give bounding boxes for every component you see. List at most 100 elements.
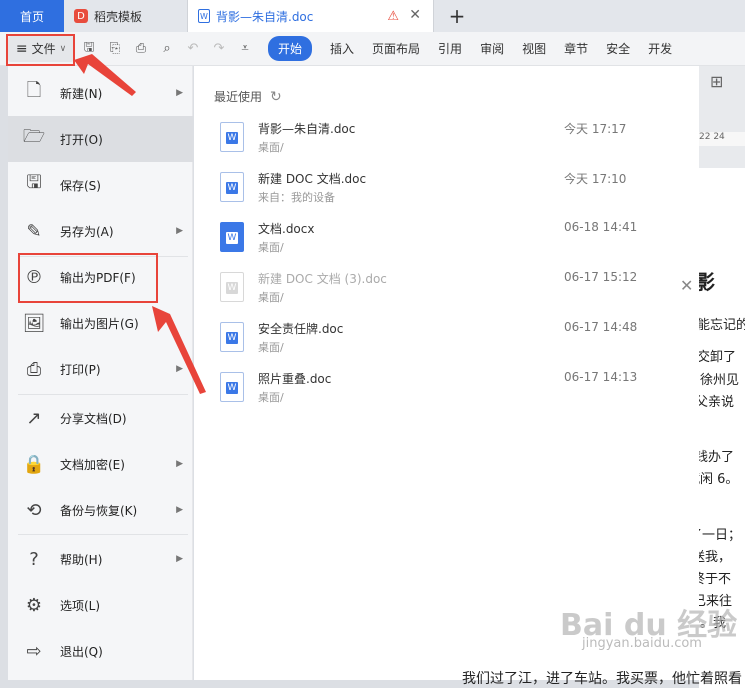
word-file-icon: [220, 222, 244, 252]
recent-file-row[interactable]: 文档.docx 桌面/ 06-18 14:41: [220, 218, 670, 262]
document-icon: W: [198, 9, 210, 23]
ribbon-tab-view[interactable]: 视图: [522, 40, 546, 57]
file-name: 照片重叠.doc: [258, 372, 332, 386]
menu-item-open[interactable]: 🗁 打开(O): [8, 116, 193, 162]
tab-template[interactable]: D 稻壳模板: [64, 0, 188, 32]
file-time: 06-17 14:13: [564, 370, 638, 384]
ribbon-tab-layout[interactable]: 页面布局: [372, 40, 420, 57]
export-image-icon: 🖼: [22, 312, 46, 334]
menu-item-save[interactable]: 🖫 保存(S): [8, 162, 193, 208]
print-icon[interactable]: ⎙: [130, 38, 152, 60]
menu-item-label: 打印(P): [60, 362, 101, 377]
file-path: 桌面/: [258, 141, 284, 154]
menu-item-label: 选项(L): [60, 598, 101, 613]
recent-file-row[interactable]: 背影—朱自清.doc 桌面/ 今天 17:17: [220, 118, 670, 162]
warning-icon: ⚠: [387, 9, 399, 24]
docer-logo-icon: D: [74, 9, 88, 23]
recent-file-row[interactable]: 照片重叠.doc 桌面/ 06-17 14:13: [220, 368, 670, 412]
export-icon[interactable]: ⎘: [104, 38, 126, 60]
recent-file-row[interactable]: 新建 DOC 文档 (3).doc 桌面/ 06-17 15:12: [220, 268, 670, 312]
close-menu-icon[interactable]: ✕: [680, 276, 693, 295]
chevron-right-icon: ▶: [176, 554, 183, 564]
menu-item-new[interactable]: 🗋 新建(N) ▶: [8, 70, 193, 116]
refresh-icon[interactable]: ↻: [270, 89, 282, 105]
menu-item-label: 打开(O): [60, 132, 103, 147]
tab-template-label: 稻壳模板: [94, 9, 143, 24]
tab-bar: 首页 D 稻壳模板 W 背影—朱自清.doc ⚠ ✕ +: [0, 0, 745, 32]
file-time: 今天 17:10: [564, 172, 627, 186]
word-file-icon: [220, 122, 244, 152]
chevron-right-icon: ▶: [176, 364, 183, 374]
file-name: 新建 DOC 文档 (3).doc: [258, 272, 387, 286]
menu-item-print[interactable]: ⎙ 打印(P) ▶: [8, 346, 193, 392]
menu-item-exit[interactable]: ⇨ 退出(Q): [8, 628, 193, 674]
menu-item-backup[interactable]: ⟲ 备份与恢复(K) ▶: [8, 487, 193, 533]
close-tab-icon[interactable]: ✕: [409, 7, 421, 23]
file-name: 背影—朱自清.doc: [258, 122, 356, 136]
file-path: 桌面/: [258, 341, 284, 354]
quick-toolbar: ≡ 文件 ∨ 🖫 ⎘ ⎙ ⌕ ↶ ↷ ⩡ 开始 插入 页面布局 引用 审阅 视图…: [0, 32, 745, 66]
backup-icon: ⟲: [26, 499, 42, 521]
save-icon[interactable]: 🖫: [78, 38, 100, 60]
file-path: 来自：我的设备: [258, 191, 335, 204]
ribbon-tab-security[interactable]: 安全: [606, 40, 630, 57]
menu-item-label: 分享文档(D): [60, 411, 127, 426]
ribbon-tab-developer[interactable]: 开发: [648, 40, 672, 57]
print-preview-icon[interactable]: ⌕: [156, 38, 178, 60]
ribbon-tab-references[interactable]: 引用: [438, 40, 462, 57]
file-name: 安全责任牌.doc: [258, 322, 344, 336]
menu-item-export-pdf[interactable]: ℗ 输出为PDF(F): [8, 254, 193, 300]
menu-item-label: 退出(Q): [60, 644, 103, 659]
customize-dropdown-icon[interactable]: ⩡: [234, 38, 256, 60]
file-menu-button[interactable]: ≡ 文件 ∨: [8, 35, 74, 62]
ribbon-tab-insert[interactable]: 插入: [330, 40, 354, 57]
exit-icon: ⇨: [26, 640, 42, 662]
redo-icon[interactable]: ↷: [208, 38, 230, 60]
chevron-down-icon: ∨: [59, 43, 67, 54]
new-file-icon: 🗋: [26, 80, 42, 101]
new-tab-button[interactable]: +: [442, 0, 472, 32]
word-file-icon: [220, 272, 244, 302]
recent-title-label: 最近使用: [214, 90, 263, 104]
folder-open-icon: 🗁: [22, 126, 46, 147]
menu-item-options[interactable]: ⚙ 选项(L): [8, 582, 193, 628]
menu-item-encrypt[interactable]: 🔒 文档加密(E) ▶: [8, 441, 193, 487]
menu-item-label: 另存为(A): [60, 224, 114, 239]
help-icon: ?: [29, 548, 39, 570]
file-path: 桌面/: [258, 291, 284, 304]
menu-item-label: 新建(N): [60, 86, 103, 101]
menu-item-label: 保存(S): [60, 178, 101, 193]
file-name: 新建 DOC 文档.doc: [258, 172, 367, 186]
file-path: 桌面/: [258, 391, 284, 404]
file-path: 桌面/: [258, 241, 284, 254]
print-icon: ⎙: [26, 358, 42, 380]
ruler: 22 24: [699, 132, 745, 146]
menu-item-share[interactable]: ↗ 分享文档(D): [8, 395, 193, 441]
recent-file-row[interactable]: 安全责任牌.doc 桌面/ 06-17 14:48: [220, 318, 670, 362]
word-file-icon: [220, 372, 244, 402]
doc-text-line: 父亲说: [695, 395, 735, 410]
menu-item-help[interactable]: ? 帮助(H) ▶: [8, 536, 193, 582]
menu-item-label: 帮助(H): [60, 552, 103, 567]
word-file-icon: [220, 172, 244, 202]
ribbon-tab-chapter[interactable]: 章节: [564, 40, 588, 57]
menu-item-export-image[interactable]: 🖼 输出为图片(G): [8, 300, 193, 346]
ribbon-tab-home[interactable]: 开始: [268, 36, 313, 61]
layout-icon[interactable]: ⊞: [710, 72, 723, 91]
ribbon-tab-review[interactable]: 审阅: [480, 40, 504, 57]
recent-file-row[interactable]: 新建 DOC 文档.doc 来自：我的设备 今天 17:10: [220, 168, 670, 212]
tab-home[interactable]: 首页: [0, 0, 64, 32]
save-icon: 🖫: [26, 172, 42, 193]
file-time: 今天 17:17: [564, 122, 627, 136]
watermark-sub: jingyan.baidu.com: [582, 636, 702, 651]
chevron-right-icon: ▶: [176, 459, 183, 469]
file-menu: 🗋 新建(N) ▶ 🗁 打开(O) 🖫 保存(S) ✎ 另存为(A) ▶ ℗ 输…: [8, 66, 193, 680]
doc-text-line: 钱办了: [695, 450, 735, 465]
doc-text-line: 能忘记的: [697, 318, 745, 333]
menu-divider: [18, 534, 188, 535]
export-pdf-icon: ℗: [25, 266, 43, 288]
menu-item-save-as[interactable]: ✎ 另存为(A) ▶: [8, 208, 193, 254]
undo-icon[interactable]: ↶: [182, 38, 204, 60]
tab-document[interactable]: W 背影—朱自清.doc ⚠ ✕: [188, 0, 434, 32]
menu-item-label: 文档加密(E): [60, 457, 125, 472]
